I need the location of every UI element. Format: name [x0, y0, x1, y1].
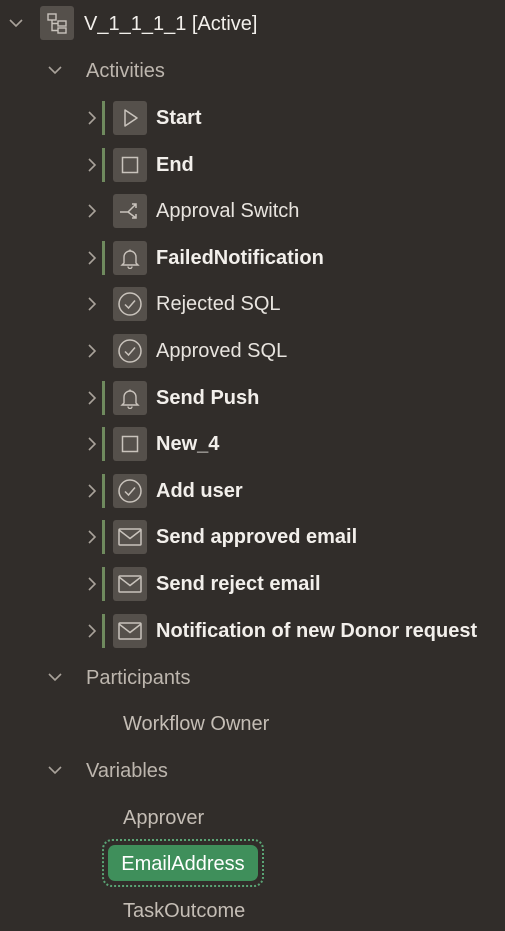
activity-label: New_4 — [156, 433, 220, 455]
chevron-right-icon[interactable] — [84, 390, 100, 406]
activity-label: Send reject email — [156, 573, 321, 595]
activity-label: FailedNotification — [156, 247, 324, 269]
chevron-down-icon[interactable] — [47, 62, 63, 78]
chevron-right-icon[interactable] — [84, 296, 100, 312]
bell-icon — [113, 381, 147, 415]
tree-item-variable[interactable]: Approver — [0, 798, 505, 838]
modified-indicator — [102, 474, 105, 508]
check-circle-icon — [113, 287, 147, 321]
tree-item-activity[interactable]: Send Push — [0, 378, 505, 418]
tree-item-variable-selected[interactable]: EmailAddress — [102, 839, 264, 887]
modified-indicator — [102, 241, 105, 275]
switch-icon — [113, 194, 147, 228]
activity-label: Send approved email — [156, 526, 358, 548]
chevron-right-icon[interactable] — [84, 343, 100, 359]
modified-indicator — [102, 567, 105, 601]
chevron-right-icon[interactable] — [84, 250, 100, 266]
modified-indicator — [102, 427, 105, 461]
tree-section-variables[interactable]: Variables — [0, 751, 505, 791]
activity-label: Notification of new Donor request — [156, 620, 478, 642]
tree-item-activity[interactable]: Add user — [0, 471, 505, 511]
variable-label: Approver — [123, 807, 205, 829]
chevron-down-icon[interactable] — [8, 15, 24, 31]
play-icon — [113, 101, 147, 135]
tree-item-activity[interactable]: Approval Switch — [0, 191, 505, 231]
workflow-version-label: V_1_1_1_1 [Active] — [84, 13, 258, 35]
tree-item-activity[interactable]: Notification of new Donor request — [0, 611, 505, 651]
hierarchy-icon — [40, 6, 74, 40]
tree-section-activities[interactable]: Activities — [0, 51, 505, 91]
section-label: Participants — [86, 667, 191, 689]
square-icon — [113, 427, 147, 461]
chevron-right-icon[interactable] — [84, 483, 100, 499]
chevron-right-icon[interactable] — [84, 203, 100, 219]
tree-item-activity[interactable]: Send approved email — [0, 517, 505, 557]
modified-indicator — [102, 614, 105, 648]
modified-indicator — [102, 520, 105, 554]
activity-label: Approval Switch — [156, 200, 300, 222]
chevron-right-icon[interactable] — [84, 529, 100, 545]
chevron-down-icon[interactable] — [47, 669, 63, 685]
activity-label: Send Push — [156, 387, 260, 409]
activity-label: Add user — [156, 480, 243, 502]
chevron-right-icon[interactable] — [84, 157, 100, 173]
tree-item-activity[interactable]: FailedNotification — [0, 238, 505, 278]
tree-root-node[interactable]: V_1_1_1_1 [Active] — [0, 3, 505, 43]
chevron-right-icon[interactable] — [84, 576, 100, 592]
tree-item-activity[interactable]: New_4 — [0, 424, 505, 464]
chevron-down-icon[interactable] — [47, 762, 63, 778]
activity-label: Rejected SQL — [156, 293, 281, 315]
modified-indicator — [102, 381, 105, 415]
tree-item-activity[interactable]: Rejected SQL — [0, 284, 505, 324]
modified-indicator — [102, 148, 105, 182]
section-label: Variables — [86, 760, 168, 782]
variable-label: EmailAddress — [121, 853, 245, 875]
envelope-icon — [113, 567, 147, 601]
bell-icon — [113, 241, 147, 275]
tree-item-activity[interactable]: Start — [0, 98, 505, 138]
tree-item-variable[interactable]: TaskOutcome — [0, 891, 505, 931]
variable-label: TaskOutcome — [123, 900, 246, 922]
envelope-icon — [113, 614, 147, 648]
workflow-tree: V_1_1_1_1 [Active] Activities Start End Ap… — [0, 0, 505, 931]
chevron-right-icon[interactable] — [84, 110, 100, 126]
chevron-right-icon[interactable] — [84, 436, 100, 452]
modified-indicator — [102, 101, 105, 135]
tree-item-participant[interactable]: Workflow Owner — [0, 704, 505, 744]
participant-label: Workflow Owner — [123, 713, 270, 735]
tree-item-activity[interactable]: Approved SQL — [0, 331, 505, 371]
tree-section-participants[interactable]: Participants — [0, 658, 505, 698]
tree-item-activity[interactable]: End — [0, 145, 505, 185]
check-circle-icon — [113, 474, 147, 508]
activity-label: Approved SQL — [156, 340, 288, 362]
activity-label: Start — [156, 107, 202, 129]
envelope-icon — [113, 520, 147, 554]
chevron-right-icon[interactable] — [84, 623, 100, 639]
square-icon — [113, 148, 147, 182]
section-label: Activities — [86, 60, 165, 82]
activity-label: End — [156, 154, 194, 176]
check-circle-icon — [113, 334, 147, 368]
tree-item-activity[interactable]: Send reject email — [0, 564, 505, 604]
